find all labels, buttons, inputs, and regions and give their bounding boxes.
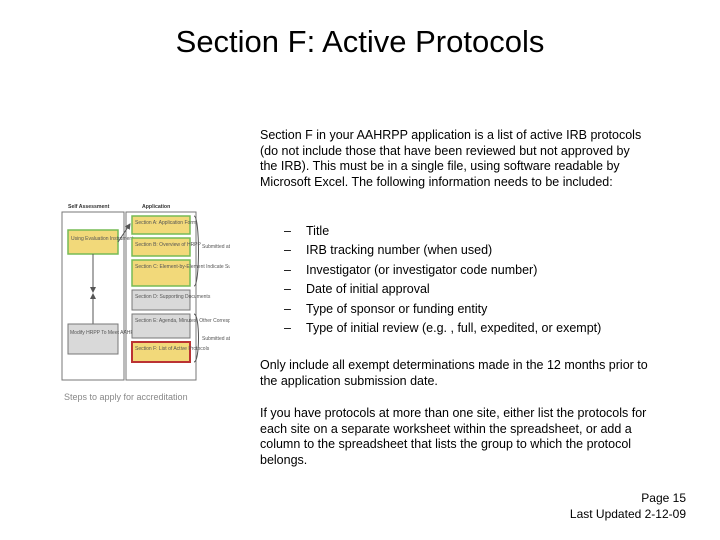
paragraph-multisite-note: If you have protocols at more than one s… — [260, 406, 650, 469]
diagram-r4: Section D: Supporting Documents — [135, 294, 211, 300]
list-item: –Type of sponsor or funding entity — [284, 300, 664, 319]
paragraph-exempt-note: Only include all exempt determinations m… — [260, 358, 650, 389]
page-number: Page 15 — [570, 490, 686, 506]
list-item: –Investigator (or investigator code numb… — [284, 261, 664, 280]
diagram-r1: Section A: Application Form — [135, 220, 196, 226]
list-item-label: IRB tracking number (when used) — [306, 241, 492, 260]
list-item-label: Title — [306, 222, 329, 241]
diagram-r2: Section B: Overview of HRPP — [135, 242, 202, 248]
diagram-caption: Steps to apply for accreditation — [64, 392, 188, 402]
dash-icon: – — [284, 319, 306, 338]
dash-icon: – — [284, 241, 306, 260]
dash-icon: – — [284, 222, 306, 241]
dash-icon: – — [284, 261, 306, 280]
diagram-r3: Section C: Element-by-Element Indicate S… — [135, 264, 230, 270]
page-title: Section F: Active Protocols — [0, 24, 720, 60]
diagram-side2: Submitted at Step 2 — [202, 336, 230, 342]
requirements-list: –Title –IRB tracking number (when used) … — [284, 222, 664, 338]
slide: Section F: Active Protocols Section F in… — [0, 0, 720, 540]
list-item: –Date of initial approval — [284, 280, 664, 299]
accreditation-flowchart: Self Assessment Application Using Evalua… — [60, 200, 230, 386]
intro-paragraph: Section F in your AAHRPP application is … — [260, 128, 650, 191]
list-item: –Title — [284, 222, 664, 241]
list-item-label: Date of initial approval — [306, 280, 430, 299]
dash-icon: – — [284, 280, 306, 299]
dash-icon: – — [284, 300, 306, 319]
diagram-r5: Section E: Agenda, Minutes, Other Corres… — [135, 318, 230, 324]
list-item-label: Type of sponsor or funding entity — [306, 300, 487, 319]
diagram-side1: Submitted at Step 1 — [202, 244, 230, 250]
list-item: –Type of initial review (e.g. , full, ex… — [284, 319, 664, 338]
list-item-label: Type of initial review (e.g. , full, exp… — [306, 319, 601, 338]
last-updated: Last Updated 2-12-09 — [570, 506, 686, 522]
list-item-label: Investigator (or investigator code numbe… — [306, 261, 537, 280]
diagram-left-eval: Using Evaluation Instrument — [71, 236, 134, 242]
diagram-header-self-assessment: Self Assessment — [68, 204, 110, 210]
list-item: –IRB tracking number (when used) — [284, 241, 664, 260]
diagram-header-application: Application — [142, 204, 170, 210]
footer: Page 15 Last Updated 2-12-09 — [570, 490, 686, 522]
